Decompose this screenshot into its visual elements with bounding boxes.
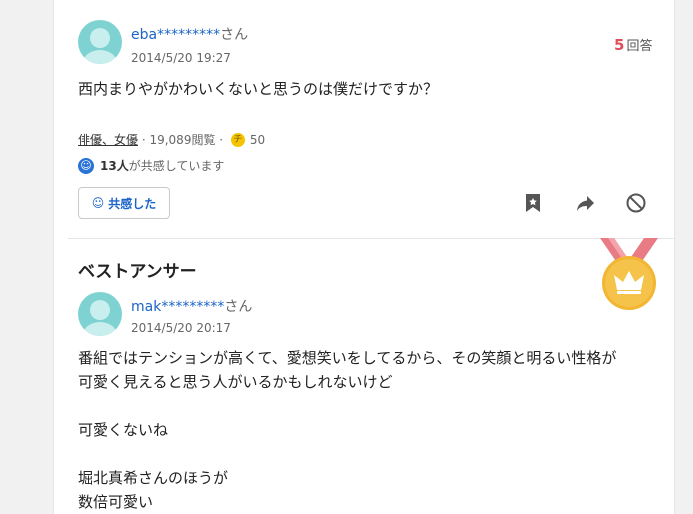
questioner-avatar[interactable] — [78, 20, 122, 64]
question-date: 2014/5/20 19:27 — [131, 51, 231, 65]
answer-line: 数倍可愛い — [78, 493, 154, 511]
answer-line: 番組ではテンションが高くて、愛想笑いをしてるから、その笑顔と明るい性格が — [78, 349, 617, 367]
answerer-avatar[interactable] — [78, 292, 122, 336]
section-divider — [68, 238, 674, 239]
question-text: 西内まりやがかわいくないと思うのは僕だけですか？ — [78, 80, 439, 98]
answerer-id[interactable]: mak********* — [131, 299, 224, 315]
answer-count[interactable]: 5 回答 — [614, 35, 652, 54]
block-icon[interactable] — [624, 191, 648, 215]
best-answer-heading: ベストアンサー — [78, 262, 197, 282]
answer-blank-line — [78, 394, 616, 418]
answerer-name[interactable]: mak*********さん — [131, 296, 252, 316]
answer-date: 2014/5/20 20:17 — [131, 321, 231, 335]
category-link[interactable]: 俳優、女優 — [78, 131, 138, 148]
qa-card: eba*********さん 2014/5/20 19:27 5 回答 西内まりや… — [53, 0, 675, 514]
answer-text: 番組ではテンションが高くて、愛想笑いをしてるから、その笑顔と明るい性格が 可愛く… — [78, 346, 616, 514]
coin-icon: チ — [230, 132, 245, 147]
answer-line: 堀北真希さんのほうが — [78, 469, 229, 487]
bookmark-icon[interactable] — [521, 191, 545, 215]
empathy-count: 13人 — [100, 159, 129, 173]
answer-line: 可愛く見えると思う人がいるかもしれないけど — [78, 373, 393, 391]
smile-icon: ☺ — [78, 157, 94, 174]
questioner-name[interactable]: eba*********さん — [131, 24, 248, 44]
empathy-text: が共感しています — [128, 159, 225, 173]
answer-blank-line — [78, 442, 616, 466]
view-count: · 19,089閲覧 · — [138, 133, 227, 147]
answer-count-number: 5 — [614, 36, 625, 54]
empathy-button[interactable]: ☺ 共感した — [78, 187, 170, 219]
coin-amount: 50 — [249, 132, 266, 147]
question-meta: 俳優、女優 · 19,089閲覧 · チ 50 — [78, 131, 265, 148]
empathy-button-label: 共感した — [108, 196, 157, 211]
share-icon[interactable] — [573, 191, 597, 215]
smile-outline-icon: ☺ — [91, 196, 105, 210]
crown-medal-icon — [600, 238, 658, 310]
questioner-id[interactable]: eba********* — [131, 27, 220, 43]
answer-line: 可愛くないね — [78, 421, 169, 439]
empathy-status: ☺ 13人 が共感しています — [78, 157, 224, 174]
